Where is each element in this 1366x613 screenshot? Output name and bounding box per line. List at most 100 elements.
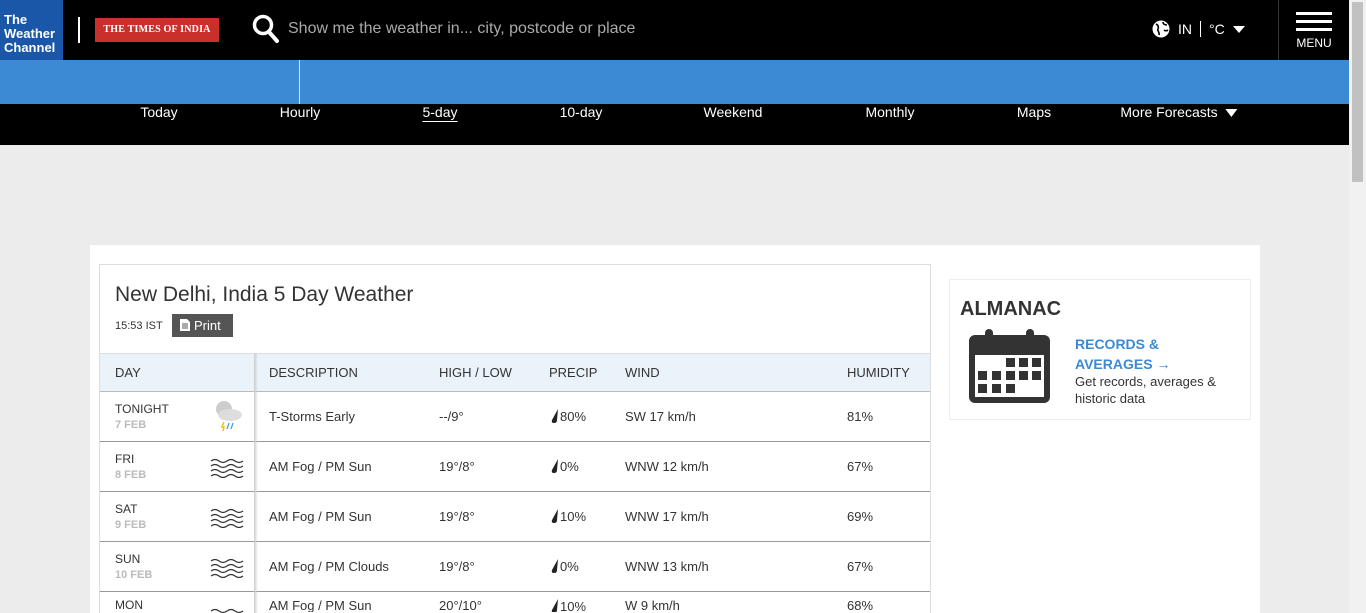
chevron-down-icon [1225,109,1238,118]
top-bar: TheWeatherChannel THE TIMES OF INDIA IN … [0,0,1349,60]
high-low: --/9° [439,409,464,424]
weather-channel-logo[interactable]: The Weather Channel [0,0,63,60]
day-label: FRI [115,452,135,466]
tab-today[interactable]: Today [140,104,177,120]
table-row[interactable]: MON AM Fog / PM Sun 20°/10° 10% W 9 km/h… [100,592,930,613]
divider [1200,21,1201,37]
almanac-description: Get records, averages & historic data [1075,374,1216,406]
precip-value: 80% [560,409,587,424]
description: T-Storms Early [269,409,355,424]
fog-icon [210,508,244,531]
description: AM Fog / PM Sun [269,459,372,474]
records-averages-link[interactable]: RECORDS & AVERAGES → [1075,334,1195,374]
table-row[interactable]: TONIGHT 7 FEB T-Storms Early --/9° 80% S… [100,392,930,442]
search-bar [252,14,708,44]
raindrop-icon [551,559,558,573]
document-icon [180,319,190,331]
column-shadow [254,353,258,613]
almanac-card: ALMANAC RECORDS & AVERAGES → Get records… [949,279,1251,420]
scrollbar[interactable] [1349,0,1366,613]
humidity: 67% [847,459,874,474]
high-low: 19°/8° [439,459,475,474]
region-label[interactable]: IN [1178,21,1192,37]
hamburger-icon [1296,12,1332,31]
column-header: WIND [625,365,660,380]
description: AM Fog / PM Sun [269,509,372,524]
menu-button[interactable]: MENU [1278,0,1349,60]
description: AM Fog / PM Clouds [269,559,389,574]
humidity: 69% [847,509,874,524]
precip-value: 10% [560,509,587,524]
day-label: MON [115,599,143,612]
divider [78,17,80,43]
table-row[interactable]: SUN 10 FEB AM Fog / PM Clouds 19°/8° 0% … [100,542,930,592]
precip-value: 0% [560,559,579,574]
tab-10-day[interactable]: 10-day [560,104,603,120]
humidity: 67% [847,559,874,574]
tab-more-forecasts[interactable]: More Forecasts [1120,104,1238,120]
tab-5-day[interactable]: 5-day [422,104,457,120]
wind: WNW 12 km/h [625,459,709,474]
precip-value: 0% [560,459,579,474]
date-label: 8 FEB [115,469,147,481]
raindrop-icon [551,409,558,423]
search-icon[interactable] [252,14,280,44]
table-header: DAY DESCRIPTION HIGH / LOW PRECIP WIND H… [100,353,930,392]
precip-value: 10% [560,599,587,612]
menu-label: MENU [1296,36,1332,50]
table-row[interactable]: FRI 8 FEB AM Fog / PM Sun 19°/8° 0% WNW … [100,442,930,492]
thunderstorm-icon [210,400,244,435]
column-header: DESCRIPTION [269,365,358,380]
times-of-india-logo[interactable]: THE TIMES OF INDIA [95,18,219,42]
humidity: 81% [847,409,874,424]
page-title: New Delhi, India 5 Day Weather [115,283,414,306]
more-forecasts-label: More Forecasts [1120,104,1218,120]
print-button[interactable]: Print [172,314,233,337]
date-label: 9 FEB [115,519,147,531]
tab-monthly[interactable]: Monthly [865,104,914,120]
raindrop-icon [551,599,558,612]
globe-icon [1152,20,1170,38]
high-low: 20°/10° [439,599,482,612]
precip: 80% [551,409,586,424]
column-header: DAY [115,365,141,380]
unit-label[interactable]: °C [1209,21,1225,37]
date-label: 7 FEB [115,419,147,431]
raindrop-icon [551,459,558,473]
precip: 10% [551,509,586,524]
description: AM Fog / PM Sun [269,599,372,612]
tab-weekend[interactable]: Weekend [704,104,763,120]
locale-settings[interactable]: IN °C [1152,20,1245,38]
fog-icon [210,458,244,481]
column-header: HUMIDITY [847,365,910,380]
high-low: 19°/8° [439,559,475,574]
day-label: SUN [115,552,141,566]
calendar-icon [969,329,1050,403]
almanac-title: ALMANAC [960,298,1062,320]
day-label: TONIGHT [115,402,169,416]
wind: WNW 13 km/h [625,559,709,574]
ad-band [0,60,1349,104]
humidity: 68% [847,599,874,612]
search-input[interactable] [288,20,708,38]
fog-icon [210,558,244,581]
fog-icon [210,608,244,613]
high-low: 19°/8° [439,509,475,524]
chevron-down-icon[interactable] [1232,25,1245,33]
tab-maps[interactable]: Maps [1017,104,1051,120]
day-label: SAT [115,502,138,516]
wind: W 9 km/h [625,599,680,612]
table-row[interactable]: SAT 9 FEB AM Fog / PM Sun 19°/8° 10% WNW… [100,492,930,542]
arrow-right-icon: → [1156,356,1171,372]
raindrop-icon [551,509,558,523]
print-label: Print [194,318,221,333]
scrollbar-thumb[interactable] [1352,2,1363,182]
tab-hourly[interactable]: Hourly [280,104,320,120]
records-link-label: RECORDS & AVERAGES [1075,336,1160,372]
wind: SW 17 km/h [625,409,696,424]
wind: WNW 17 km/h [625,509,709,524]
forecast-card: New Delhi, India 5 Day Weather 15:53 IST… [99,264,931,613]
timestamp: 15:53 IST [115,320,163,332]
date-label: 10 FEB [115,569,153,581]
forecast-nav: Today Hourly 5-day 10-day Weekend Monthl… [0,104,1349,145]
